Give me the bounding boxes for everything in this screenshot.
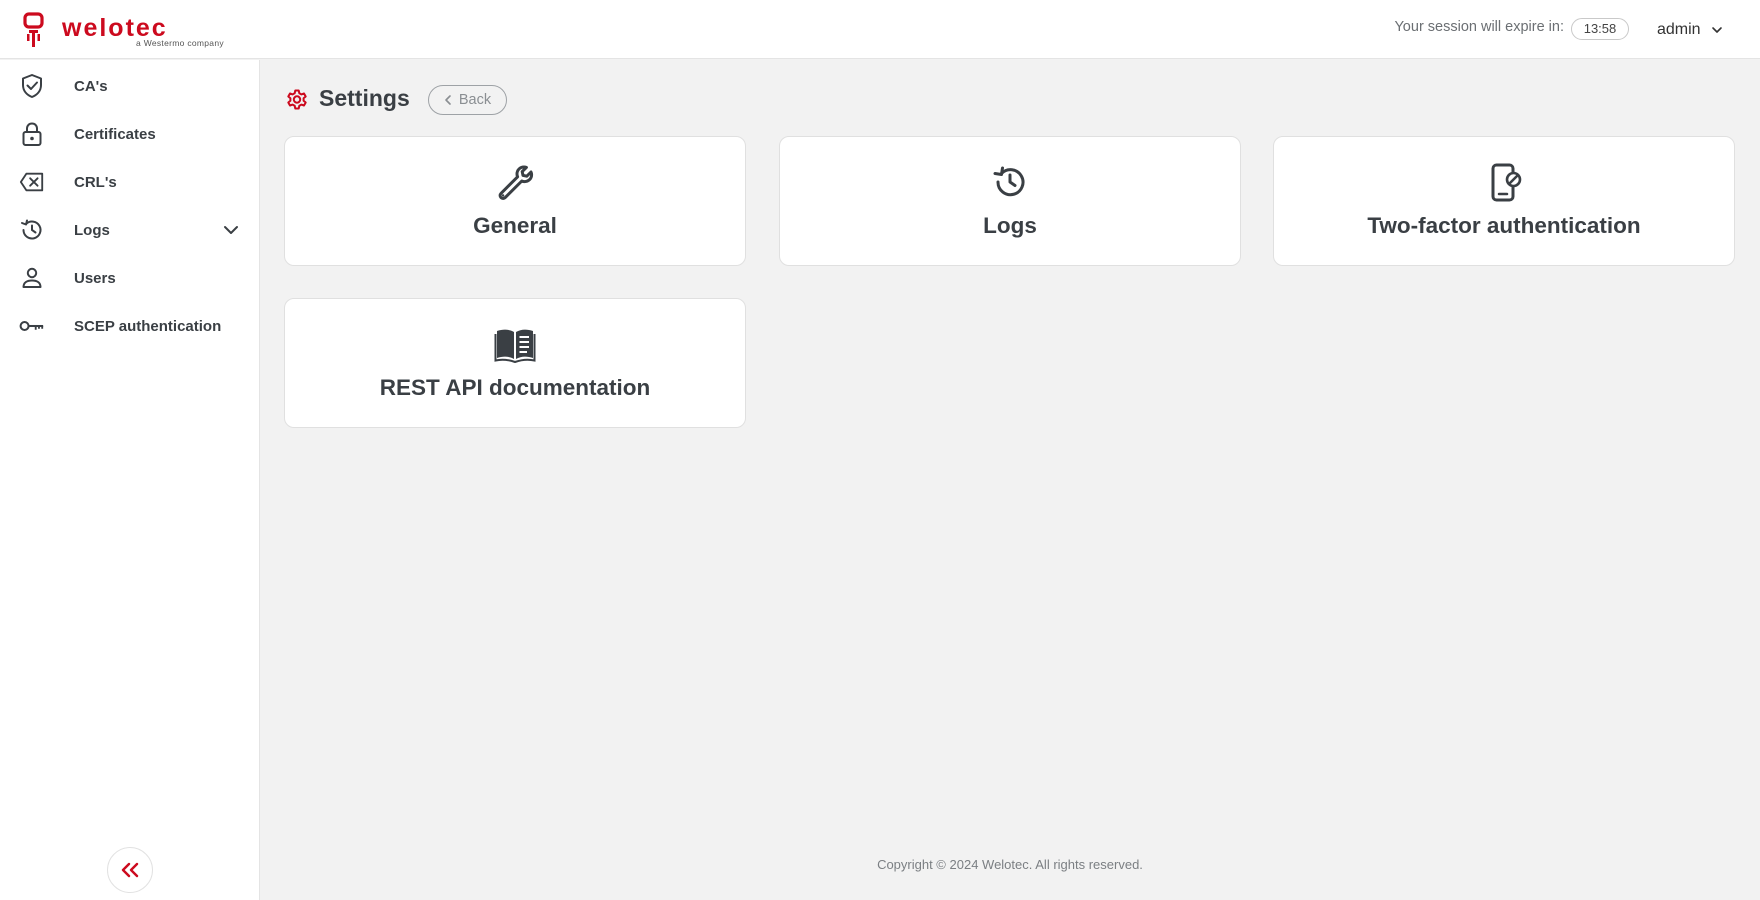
settings-gear-holder: [285, 84, 309, 116]
welotec-logo[interactable]: welotec a Westermo company: [22, 12, 238, 50]
sidebar-item-label: SCEP authentication: [74, 317, 222, 335]
chevron-down-icon[interactable]: [222, 221, 240, 239]
sidebar-item-label: Users: [74, 269, 116, 287]
user-name: admin: [1657, 21, 1701, 38]
settings-card-two-factor-authentication[interactable]: Two-factor authentication: [1273, 136, 1735, 266]
top-header: welotec a Westermo company Your session …: [0, 0, 1760, 59]
backspace-x-icon: [19, 169, 45, 195]
user-menu-dropdown[interactable]: admin: [1657, 19, 1723, 41]
settings-card-logs[interactable]: Logs: [779, 136, 1241, 266]
card-label: REST API documentation: [379, 375, 651, 400]
sidebar: CA's Certificates CRL's Logs Users SCEP …: [0, 60, 260, 900]
session-expiry-label: Your session will expire in:: [1394, 19, 1564, 35]
sidebar-item-logs[interactable]: Logs: [0, 208, 259, 252]
mobile-blocked-icon: [1274, 163, 1734, 202]
key-icon: [19, 313, 45, 339]
card-label: General: [473, 213, 557, 238]
sidebar-item-cas[interactable]: CA's: [0, 64, 259, 108]
session-timer: 13:58: [1571, 18, 1629, 40]
brand-tagline: a Westermo company: [136, 38, 224, 48]
chevron-down-icon: [1711, 27, 1722, 33]
history-icon: [780, 163, 1240, 201]
sidebar-item-certificates[interactable]: Certificates: [0, 112, 259, 156]
welotec-logo-mark-icon: [23, 12, 44, 47]
settings-card-general[interactable]: General: [284, 136, 746, 266]
sidebar-item-label: CRL's: [74, 173, 117, 191]
double-chevron-left-icon: [121, 862, 139, 878]
sidebar-item-label: Logs: [74, 221, 110, 239]
shield-check-icon: [19, 73, 45, 99]
page-title: Settings: [319, 85, 410, 111]
history-icon: [19, 217, 45, 243]
lock-icon: [19, 121, 45, 147]
chevron-left-icon: [445, 95, 451, 105]
footer-copyright: Copyright © 2024 Welotec. All rights res…: [877, 857, 1143, 872]
collapse-sidebar-button[interactable]: [107, 847, 153, 893]
sidebar-item-users[interactable]: Users: [0, 256, 259, 300]
sidebar-item-label: CA's: [74, 77, 108, 95]
sidebar-item-crls[interactable]: CRL's: [0, 160, 259, 204]
gear-icon: [287, 89, 307, 110]
card-label: Two-factor authentication: [1367, 213, 1641, 238]
sidebar-item-label: Certificates: [74, 125, 156, 143]
back-button[interactable]: Back: [428, 85, 507, 115]
sidebar-item-scep-authentication[interactable]: SCEP authentication: [0, 304, 259, 348]
card-label: Logs: [983, 213, 1037, 238]
open-book-icon: [285, 325, 745, 363]
settings-card-rest-api-documentation[interactable]: REST API documentation: [284, 298, 746, 428]
back-button-label: Back: [458, 92, 492, 108]
user-icon: [19, 265, 45, 291]
wrench-icon: [285, 163, 745, 201]
